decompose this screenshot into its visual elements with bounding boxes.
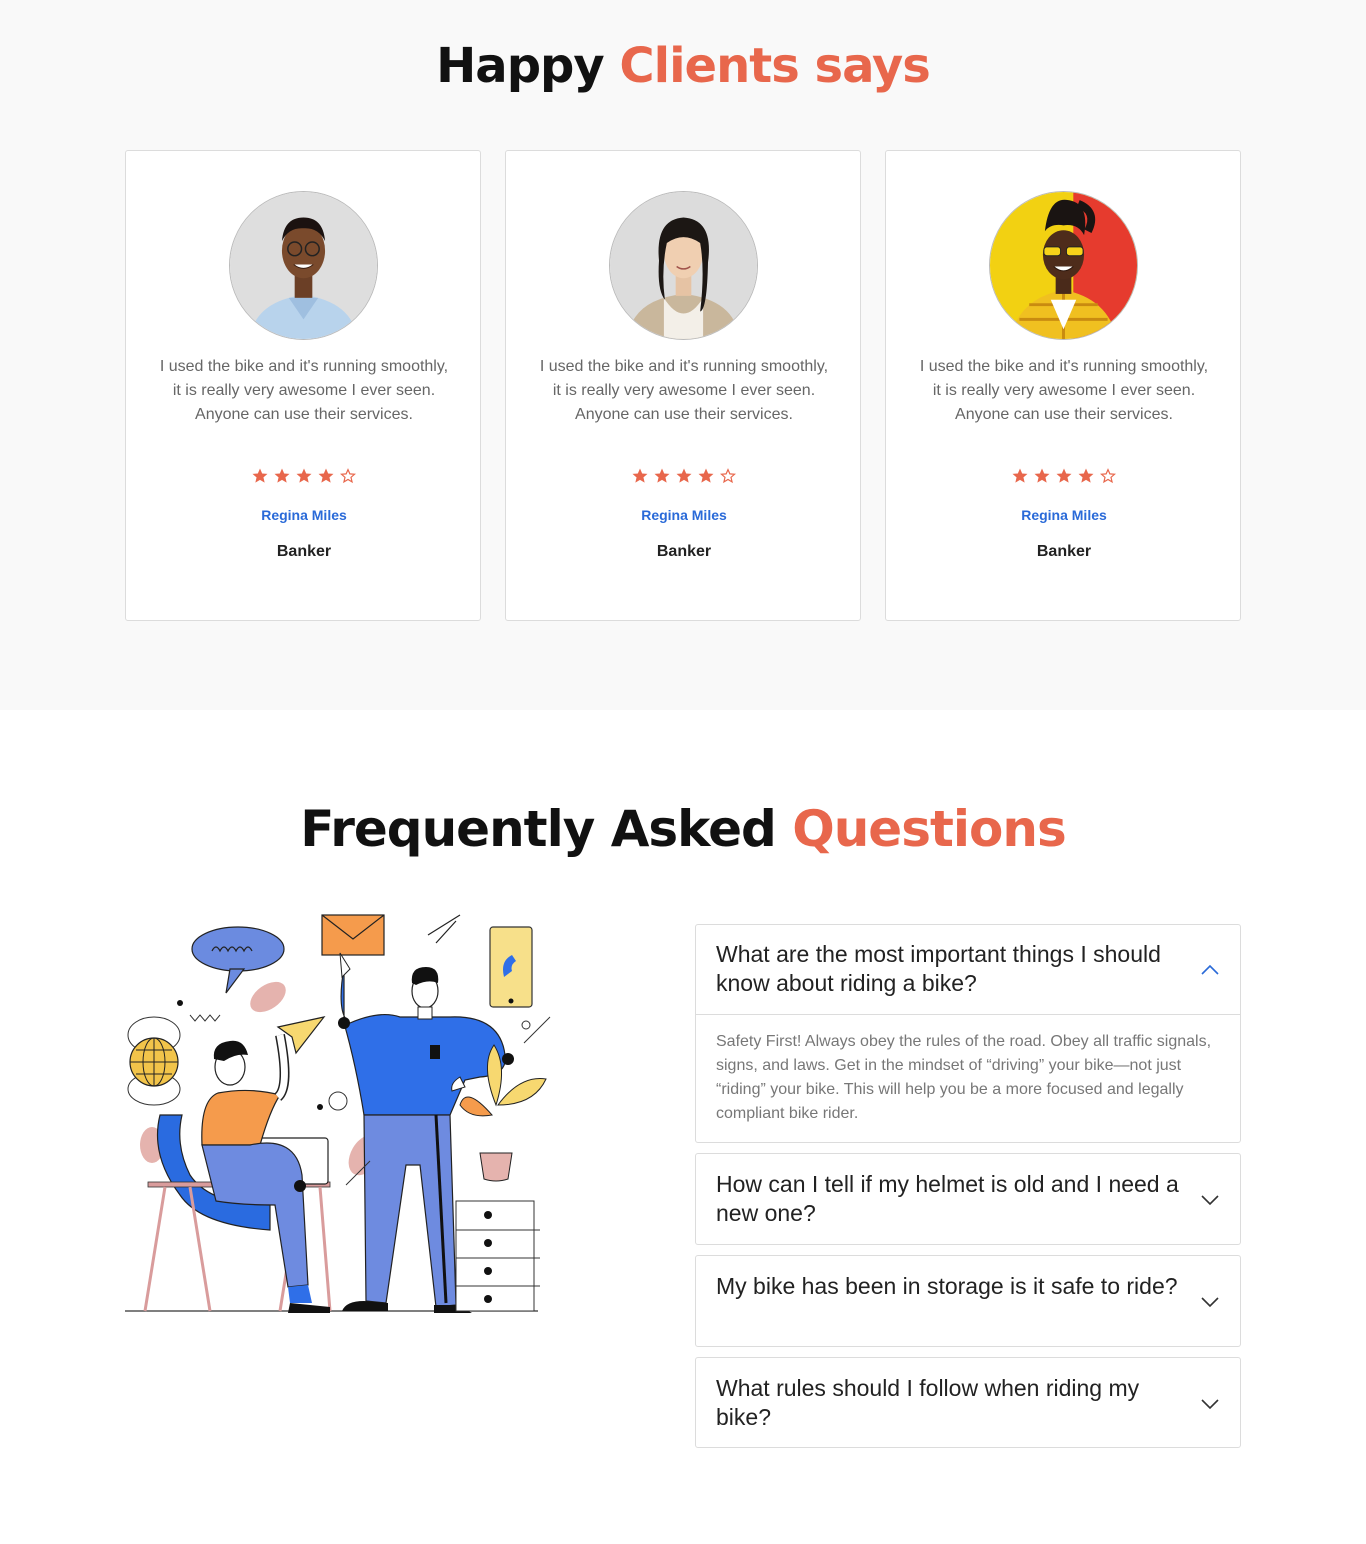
testimonial-quote: I used the bike and it's running smoothl… [539, 358, 829, 423]
star-icon [318, 468, 334, 483]
testimonial-card: I used the bike and it's running smoothl… [885, 150, 1241, 621]
client-role: Banker [276, 543, 332, 560]
testimonials-title: Happy Clients says [0, 38, 1366, 94]
star-icon [1056, 468, 1072, 483]
testimonial-quote: I used the bike and it's running smoothl… [159, 358, 449, 423]
client-name: Regina Miles [261, 507, 347, 523]
faq-item[interactable]: My bike has been in storage is it safe t… [695, 1255, 1241, 1347]
rating-stars [506, 467, 862, 485]
faq-item[interactable]: How can I tell if my helmet is old and I… [695, 1153, 1241, 1245]
client-name: Regina Miles [641, 507, 727, 523]
chevron-down-icon[interactable] [1200, 1296, 1220, 1308]
avatar [989, 191, 1138, 340]
faq-question[interactable]: How can I tell if my helmet is old and I… [716, 1170, 1186, 1228]
testimonial-quote: I used the bike and it's running smoothl… [919, 358, 1209, 423]
faq-item[interactable]: What rules should I follow when riding m… [695, 1357, 1241, 1448]
faq-title-part2: Questions [792, 800, 1067, 858]
star-icon [632, 468, 648, 483]
star-icon [654, 468, 670, 483]
star-outline-icon [340, 468, 356, 484]
star-icon [698, 468, 714, 483]
faq-question[interactable]: My bike has been in storage is it safe t… [716, 1272, 1186, 1301]
star-outline-icon [1100, 468, 1116, 484]
star-icon [274, 468, 290, 483]
rating-stars [886, 467, 1242, 485]
star-icon [296, 468, 312, 483]
client-name: Regina Miles [1021, 507, 1107, 523]
avatar [609, 191, 758, 340]
star-outline-icon [720, 468, 736, 484]
avatar [229, 191, 378, 340]
star-icon [252, 468, 268, 483]
testimonial-card: I used the bike and it's running smoothl… [125, 150, 481, 621]
faq-title: Frequently Asked Questions [0, 800, 1366, 858]
faq-question[interactable]: What are the most important things I sho… [716, 940, 1186, 998]
star-icon [676, 468, 692, 483]
testimonials-title-part2: Clients says [619, 38, 930, 94]
client-role: Banker [656, 543, 712, 560]
chevron-down-icon[interactable] [1200, 1194, 1220, 1206]
chevron-down-icon[interactable] [1200, 1398, 1220, 1410]
faq-answer: Safety First! Always obey the rules of t… [716, 1033, 1212, 1122]
faq-item-expanded[interactable]: What are the most important things I sho… [695, 924, 1241, 1143]
faq-divider [696, 1014, 1240, 1015]
testimonial-card: I used the bike and it's running smoothl… [505, 150, 861, 621]
faq-illustration [120, 905, 560, 1320]
testimonials-section: Happy Clients says I used the bike and i… [0, 0, 1366, 710]
chevron-up-icon[interactable] [1200, 964, 1220, 976]
star-icon [1012, 468, 1028, 483]
testimonials-title-part1: Happy [436, 38, 605, 94]
client-role: Banker [1036, 543, 1092, 560]
rating-stars [126, 467, 482, 485]
faq-title-part1: Frequently Asked [300, 800, 777, 858]
star-icon [1078, 468, 1094, 483]
star-icon [1034, 468, 1050, 483]
faq-question[interactable]: What rules should I follow when riding m… [716, 1374, 1186, 1432]
